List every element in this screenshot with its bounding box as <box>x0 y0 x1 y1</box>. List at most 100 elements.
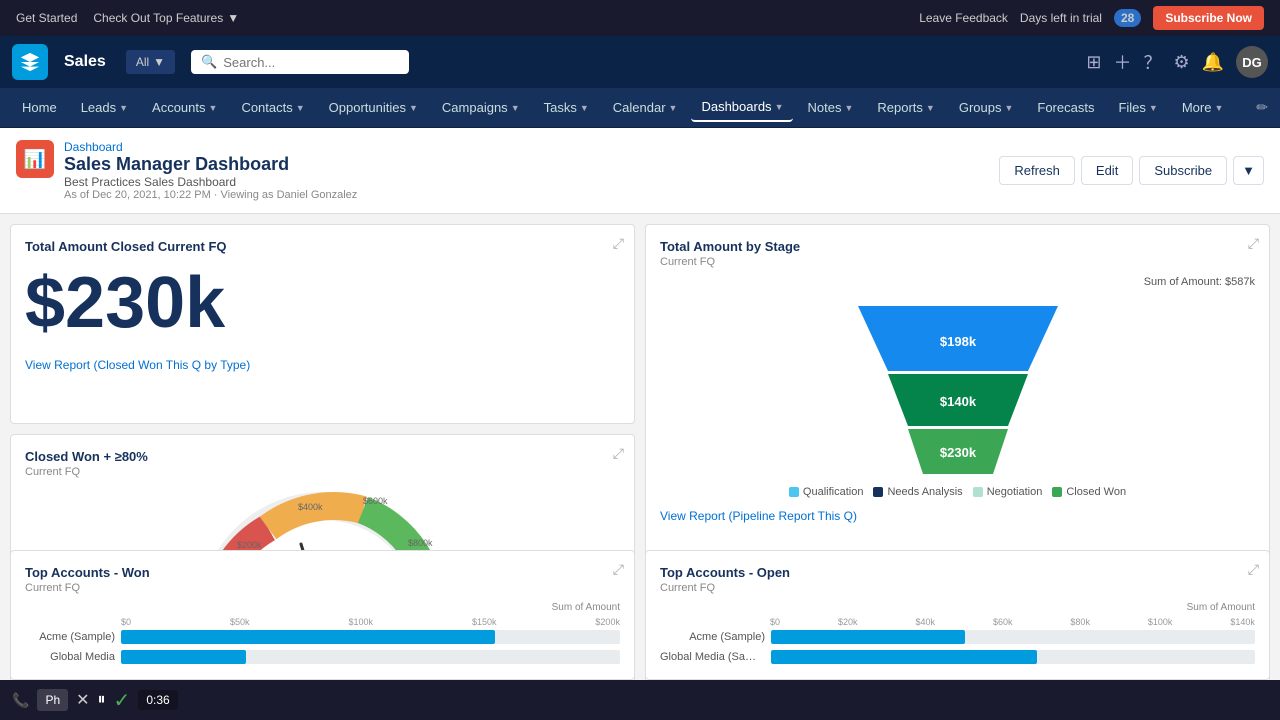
legend-item-closed-won: Closed Won <box>1052 486 1126 498</box>
menu-edit-icon[interactable]: ✏ <box>1256 99 1268 116</box>
dashboard-header-left: 📊 Dashboard Sales Manager Dashboard Best… <box>16 140 357 201</box>
bar-row-global-won: Global Media <box>25 650 620 664</box>
page-title: Sales Manager Dashboard <box>64 154 357 175</box>
svg-text:$400k: $400k <box>298 502 323 512</box>
funnel-chart: $198k $140k $230k <box>828 296 1088 476</box>
menu-item-reports[interactable]: Reports ▼ <box>867 94 944 121</box>
menu-item-groups[interactable]: Groups ▼ <box>949 94 1024 121</box>
pause-icon[interactable]: ⏸ <box>98 691 106 709</box>
menu-item-dashboards[interactable]: Dashboards ▼ <box>691 93 793 122</box>
pipeline-report-link[interactable]: View Report (Pipeline Report This Q) <box>660 509 857 523</box>
top-won-subtitle: Current FQ <box>25 582 150 594</box>
legend-dot-closed-won <box>1052 487 1062 497</box>
timer-display: 0:36 <box>138 690 177 710</box>
check-icon[interactable]: ✓ <box>114 688 131 713</box>
breadcrumb[interactable]: Dashboard <box>64 140 357 154</box>
svg-text:$600k: $600k <box>363 496 388 506</box>
expand-icon[interactable]: ⤢ <box>1248 561 1259 578</box>
nav-icons: ⊞ ＋ ？ ⚙ 🔔 DG <box>1086 46 1268 78</box>
menu-item-accounts[interactable]: Accounts ▼ <box>142 94 227 121</box>
refresh-button[interactable]: Refresh <box>999 156 1075 185</box>
dashboard-dropdown-button[interactable]: ▼ <box>1233 156 1264 185</box>
leave-feedback-link[interactable]: Leave Feedback <box>919 11 1008 25</box>
dashboard-date: As of Dec 20, 2021, 10:22 PM · Viewing a… <box>64 189 357 201</box>
top-won-title: Top Accounts - Won <box>25 565 150 580</box>
top-bar-right: Leave Feedback Days left in trial 28 Sub… <box>919 6 1264 30</box>
menu-item-tasks[interactable]: Tasks ▼ <box>534 94 599 121</box>
bar-axis-won: $0 $50k $100k $150k $200k <box>25 617 620 627</box>
app-name: Sales <box>64 53 106 71</box>
svg-text:$230k: $230k <box>939 445 976 460</box>
avatar[interactable]: DG <box>1236 46 1268 78</box>
add-icon[interactable]: ＋ <box>1113 49 1131 75</box>
legend-item-needs-analysis: Needs Analysis <box>873 486 962 498</box>
expand-icon[interactable]: ⤢ <box>613 561 624 578</box>
menu-item-home[interactable]: Home <box>12 94 67 121</box>
bar-track <box>121 650 620 664</box>
search-input[interactable] <box>223 55 399 70</box>
menu-bar: Home Leads ▼ Accounts ▼ Contacts ▼ Oppor… <box>0 88 1280 128</box>
top-accounts-open-card: Top Accounts - Open Current FQ ⤢ Sum of … <box>645 550 1270 680</box>
closed-won-subtitle: Current FQ <box>25 466 620 478</box>
ph-button[interactable]: Ph <box>37 689 68 711</box>
bottom-cards-row: Top Accounts - Won Current FQ ⤢ Sum of A… <box>10 550 1270 680</box>
menu-item-contacts[interactable]: Contacts ▼ <box>231 94 314 121</box>
get-started-link[interactable]: Get Started <box>16 11 77 25</box>
bar-fill <box>771 650 1037 664</box>
by-stage-subtitle: Current FQ <box>660 256 1255 268</box>
subscribe-button[interactable]: Subscribe <box>1139 156 1227 185</box>
dashboard-icon: 📊 <box>16 140 54 178</box>
all-filter-button[interactable]: All ▼ <box>126 50 175 74</box>
total-closed-title: Total Amount Closed Current FQ <box>25 239 620 254</box>
bar-row-acme-won: Acme (Sample) <box>25 630 620 644</box>
search-container: 🔍 <box>191 50 409 74</box>
top-won-sum-label: Sum of Amount <box>25 602 620 613</box>
svg-text:$198k: $198k <box>939 334 976 349</box>
closed-won-title: Closed Won + ≥80% <box>25 449 620 464</box>
edit-button[interactable]: Edit <box>1081 156 1133 185</box>
top-bar: Get Started Check Out Top Features ▼ Lea… <box>0 0 1280 36</box>
top-open-sum-label: Sum of Amount <box>660 602 1255 613</box>
search-icon: 🔍 <box>201 54 217 70</box>
days-left-label: Days left in trial <box>1020 11 1102 25</box>
total-closed-amount: $230k <box>25 264 620 343</box>
bar-fill <box>121 630 495 644</box>
svg-text:$140k: $140k <box>939 394 976 409</box>
phone-icon: 📞 <box>12 692 29 709</box>
menu-item-calendar[interactable]: Calendar ▼ <box>603 94 688 121</box>
top-bar-left: Get Started Check Out Top Features ▼ <box>16 11 239 25</box>
menu-item-files[interactable]: Files ▼ <box>1108 94 1167 121</box>
top-accounts-won-card: Top Accounts - Won Current FQ ⤢ Sum of A… <box>10 550 635 680</box>
expand-icon[interactable]: ⤢ <box>1248 235 1259 252</box>
total-closed-link[interactable]: View Report (Closed Won This Q by Type) <box>25 358 250 372</box>
help-icon[interactable]: ？ <box>1143 49 1161 75</box>
menu-item-leads[interactable]: Leads ▼ <box>71 94 138 121</box>
bar-track <box>771 650 1255 664</box>
menu-item-notes[interactable]: Notes ▼ <box>797 94 863 121</box>
menu-item-forecasts[interactable]: Forecasts <box>1027 94 1104 121</box>
funnel-container: $198k $140k $230k <box>660 296 1255 476</box>
app-logo[interactable] <box>12 44 48 80</box>
legend-dot-negotiation <box>973 487 983 497</box>
legend-item-negotiation: Negotiation <box>973 486 1043 498</box>
check-out-features-button[interactable]: Check Out Top Features ▼ <box>93 11 239 25</box>
expand-icon[interactable]: ⤢ <box>613 235 624 252</box>
notifications-icon[interactable]: 🔔 <box>1202 52 1224 73</box>
funnel-sum-label: Sum of Amount: $587k <box>660 276 1255 288</box>
menu-item-more[interactable]: More ▼ <box>1172 94 1234 121</box>
dashboard-header-right: Refresh Edit Subscribe ▼ <box>999 156 1264 185</box>
menu-item-campaigns[interactable]: Campaigns ▼ <box>432 94 530 121</box>
svg-text:$800k: $800k <box>408 538 433 548</box>
settings-icon[interactable]: ⚙ <box>1173 52 1189 73</box>
menu-item-opportunities[interactable]: Opportunities ▼ <box>319 94 428 121</box>
close-icon[interactable]: ✕ <box>76 690 89 710</box>
subscribe-now-button[interactable]: Subscribe Now <box>1153 6 1264 30</box>
dashboard-title-area: Dashboard Sales Manager Dashboard Best P… <box>64 140 357 201</box>
funnel-legend: Qualification Needs Analysis Negotiation… <box>660 486 1255 498</box>
nav-bar: Sales All ▼ 🔍 ⊞ ＋ ？ ⚙ 🔔 DG <box>0 36 1280 88</box>
expand-icon[interactable]: ⤢ <box>613 445 624 462</box>
legend-dot-needs-analysis <box>873 487 883 497</box>
bar-axis-open: $0 $20k $40k $60k $80k $100k $140k <box>660 617 1255 627</box>
home-icon[interactable]: ⊞ <box>1086 52 1101 73</box>
bar-fill <box>121 650 246 664</box>
